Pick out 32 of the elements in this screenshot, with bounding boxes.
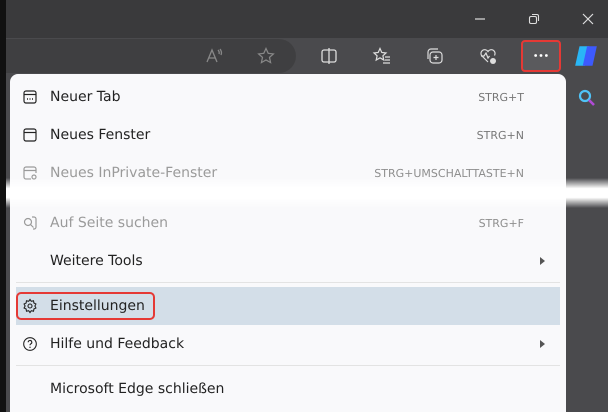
close-icon[interactable] [580, 10, 596, 27]
menu-item[interactable]: Einstellungen [16, 282, 560, 325]
settings-icon [22, 298, 38, 314]
star-icon[interactable] [256, 46, 276, 66]
menu-item-label: Auf Seite suchen [50, 215, 168, 231]
shortcut-text: STRG+F [478, 216, 524, 230]
menu-item-label: Einstellungen [50, 298, 145, 314]
shortcut-text: STRG+UMSCHALTTASTE+N [374, 166, 524, 180]
submenu-arrow-icon [538, 256, 546, 266]
menu-item[interactable]: Weitere Tools [16, 242, 560, 280]
menu-item-label: Neuer Tab [50, 89, 120, 105]
menu-item-label: Neues Fenster [50, 127, 150, 143]
split-screen-icon[interactable] [319, 46, 339, 66]
collections-icon[interactable] [425, 46, 445, 66]
help-icon [22, 336, 38, 352]
more-icon [534, 54, 548, 58]
menu-item[interactable]: Neues Fenster STRG+N [16, 116, 560, 154]
shortcut-text: STRG+N [476, 128, 524, 142]
submenu-arrow-icon [538, 339, 546, 349]
private-window-icon [22, 165, 38, 181]
menu-item-label: Microsoft Edge schließen [50, 381, 224, 397]
tab-icon [22, 89, 38, 105]
window-icon [22, 127, 38, 143]
menu-item-label: Neues InPrivate-Fenster [50, 165, 218, 181]
search-icon[interactable] [577, 88, 597, 108]
menu-item[interactable]: Hilfe und Feedback [16, 325, 560, 363]
menu-item-label: Hilfe und Feedback [50, 336, 184, 352]
menu-item[interactable]: Neuer Tab STRG+T [16, 78, 560, 116]
favorites-icon[interactable] [372, 46, 392, 66]
menu-item-label: Weitere Tools [50, 253, 143, 269]
find-icon [22, 215, 38, 231]
shortcut-text: STRG+T [478, 90, 524, 104]
